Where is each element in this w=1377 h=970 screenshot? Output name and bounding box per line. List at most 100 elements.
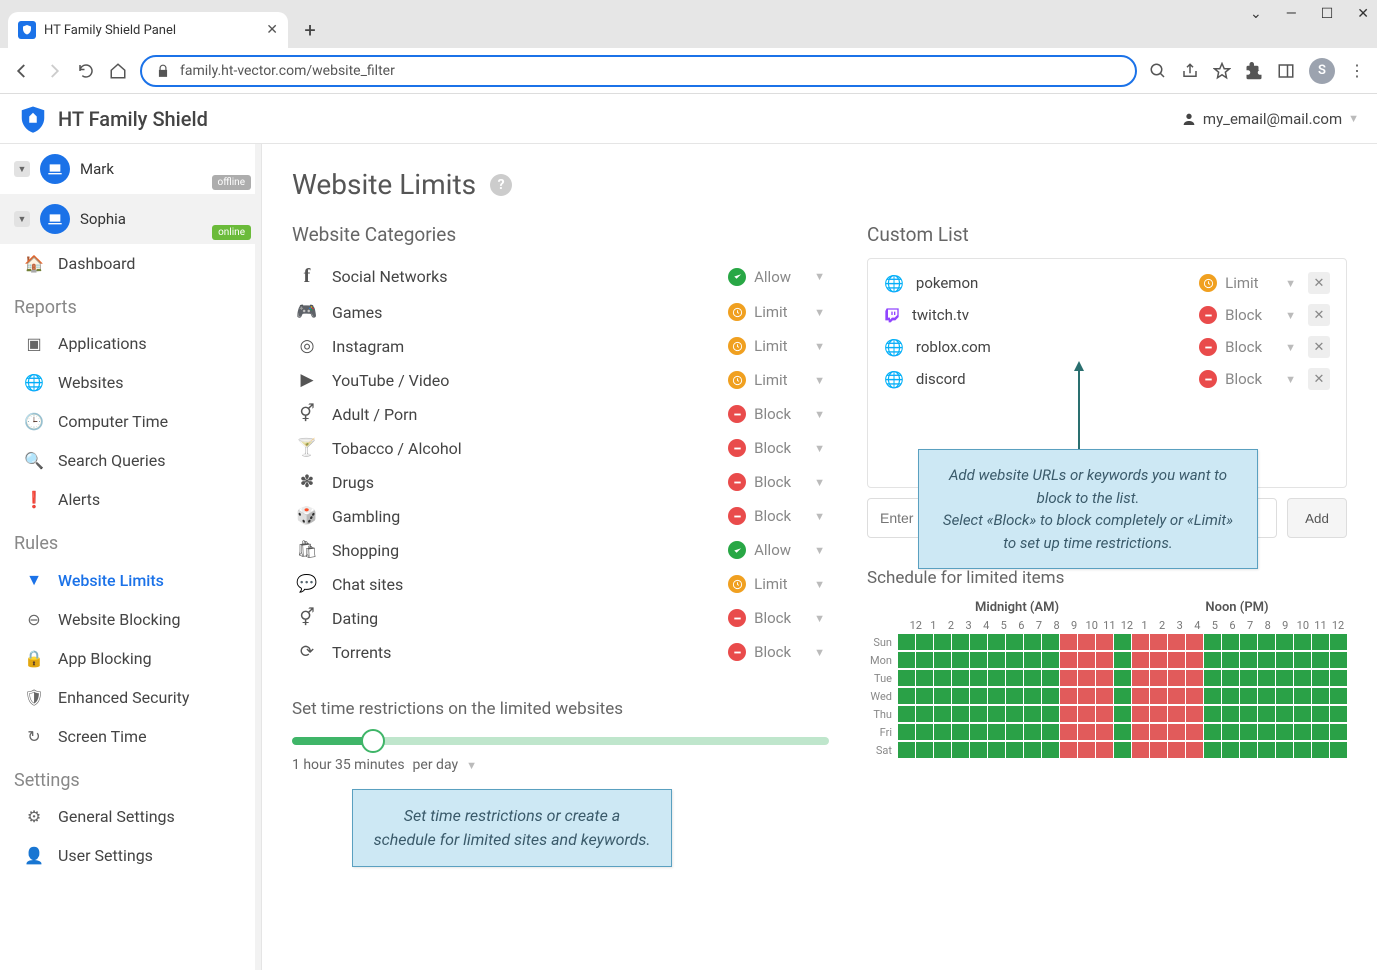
- maximize-icon[interactable]: ☐: [1321, 6, 1334, 22]
- schedule-cell[interactable]: [1276, 724, 1293, 740]
- profile-sophia[interactable]: ▼ Sophia online: [0, 194, 261, 244]
- status-limit[interactable]: Limit: [728, 575, 806, 593]
- schedule-cell[interactable]: [1258, 706, 1275, 722]
- schedule-cell[interactable]: [916, 742, 933, 758]
- schedule-cell[interactable]: [1312, 706, 1329, 722]
- schedule-cell[interactable]: [1276, 670, 1293, 686]
- schedule-cell[interactable]: [1294, 706, 1311, 722]
- status-limit[interactable]: Limit: [728, 303, 806, 321]
- schedule-cell[interactable]: [1258, 688, 1275, 704]
- chevron-down-icon[interactable]: ▼: [814, 442, 825, 455]
- close-window-icon[interactable]: ✕: [1357, 6, 1369, 22]
- schedule-cell[interactable]: [1132, 634, 1149, 650]
- schedule-cell[interactable]: [988, 724, 1005, 740]
- sidebar-item-websites[interactable]: 🌐Websites: [0, 363, 261, 402]
- schedule-cell[interactable]: [1006, 670, 1023, 686]
- schedule-cell[interactable]: [988, 634, 1005, 650]
- schedule-cell[interactable]: [1042, 652, 1059, 668]
- status-allow[interactable]: Allow: [728, 268, 806, 286]
- schedule-cell[interactable]: [952, 634, 969, 650]
- schedule-cell[interactable]: [1114, 724, 1131, 740]
- schedule-cell[interactable]: [1204, 724, 1221, 740]
- new-tab-button[interactable]: +: [296, 16, 324, 44]
- schedule-cell[interactable]: [898, 706, 915, 722]
- menu-icon[interactable]: ⋮: [1349, 61, 1365, 80]
- schedule-cell[interactable]: [898, 724, 915, 740]
- schedule-cell[interactable]: [1078, 652, 1095, 668]
- schedule-cell[interactable]: [1222, 652, 1239, 668]
- close-icon[interactable]: ✕: [266, 22, 278, 38]
- chevron-down-icon[interactable]: ▼: [1285, 341, 1296, 354]
- schedule-cell[interactable]: [1258, 670, 1275, 686]
- brand[interactable]: HT Family Shield: [18, 104, 208, 134]
- sidebar-item-search-queries[interactable]: 🔍Search Queries: [0, 441, 261, 480]
- chevron-down-icon[interactable]: ▼: [1285, 277, 1296, 290]
- schedule-cell[interactable]: [1114, 634, 1131, 650]
- schedule-cell[interactable]: [1240, 634, 1257, 650]
- schedule-cell[interactable]: [1312, 688, 1329, 704]
- schedule-cell[interactable]: [1330, 634, 1347, 650]
- schedule-cell[interactable]: [1114, 742, 1131, 758]
- chevron-down-icon[interactable]: ▼: [1285, 309, 1296, 322]
- schedule-cell[interactable]: [1168, 652, 1185, 668]
- schedule-cell[interactable]: [1024, 670, 1041, 686]
- schedule-cell[interactable]: [898, 634, 915, 650]
- schedule-cell[interactable]: [988, 652, 1005, 668]
- status-limit[interactable]: Limit: [1199, 274, 1277, 292]
- schedule-cell[interactable]: [1060, 688, 1077, 704]
- chevron-down-icon[interactable]: ▼: [814, 340, 825, 353]
- schedule-cell[interactable]: [1042, 634, 1059, 650]
- schedule-cell[interactable]: [1294, 652, 1311, 668]
- user-menu[interactable]: my_email@mail.com ▼: [1181, 110, 1359, 128]
- schedule-cell[interactable]: [952, 706, 969, 722]
- schedule-cell[interactable]: [1294, 688, 1311, 704]
- schedule-cell[interactable]: [1330, 670, 1347, 686]
- schedule-cell[interactable]: [1330, 688, 1347, 704]
- schedule-cell[interactable]: [1006, 706, 1023, 722]
- schedule-cell[interactable]: [1240, 652, 1257, 668]
- schedule-cell[interactable]: [1312, 670, 1329, 686]
- schedule-cell[interactable]: [1042, 706, 1059, 722]
- schedule-cell[interactable]: [1132, 742, 1149, 758]
- remove-button[interactable]: ✕: [1308, 368, 1330, 390]
- scrollbar[interactable]: [255, 144, 261, 970]
- schedule-cell[interactable]: [1042, 688, 1059, 704]
- schedule-cell[interactable]: [1240, 670, 1257, 686]
- schedule-cell[interactable]: [1042, 724, 1059, 740]
- schedule-cell[interactable]: [952, 670, 969, 686]
- schedule-cell[interactable]: [1132, 724, 1149, 740]
- schedule-cell[interactable]: [970, 706, 987, 722]
- schedule-cell[interactable]: [1240, 742, 1257, 758]
- status-block[interactable]: Block: [1199, 370, 1277, 388]
- schedule-cell[interactable]: [1042, 670, 1059, 686]
- schedule-cell[interactable]: [1150, 652, 1167, 668]
- add-button[interactable]: Add: [1287, 498, 1347, 538]
- schedule-cell[interactable]: [1258, 634, 1275, 650]
- schedule-cell[interactable]: [1078, 670, 1095, 686]
- status-block[interactable]: Block: [728, 507, 806, 525]
- sidebar-item-website-limits[interactable]: ▼Website Limits: [0, 560, 261, 600]
- schedule-cell[interactable]: [1078, 724, 1095, 740]
- schedule-cell[interactable]: [1024, 742, 1041, 758]
- profile-mark[interactable]: ▼ Mark offline: [0, 144, 261, 194]
- schedule-cell[interactable]: [1168, 724, 1185, 740]
- profile-avatar[interactable]: S: [1309, 58, 1335, 84]
- schedule-cell[interactable]: [1186, 670, 1203, 686]
- schedule-cell[interactable]: [916, 670, 933, 686]
- schedule-cell[interactable]: [1060, 742, 1077, 758]
- schedule-cell[interactable]: [1060, 724, 1077, 740]
- schedule-cell[interactable]: [1114, 670, 1131, 686]
- schedule-cell[interactable]: [1024, 688, 1041, 704]
- schedule-cell[interactable]: [1096, 634, 1113, 650]
- remove-button[interactable]: ✕: [1308, 304, 1330, 326]
- schedule-cell[interactable]: [1204, 742, 1221, 758]
- schedule-cell[interactable]: [934, 706, 951, 722]
- sidebar-item-website-blocking[interactable]: ⊖Website Blocking: [0, 600, 261, 639]
- schedule-cell[interactable]: [1150, 706, 1167, 722]
- schedule-cell[interactable]: [1330, 742, 1347, 758]
- schedule-cell[interactable]: [916, 634, 933, 650]
- chevron-down-icon[interactable]: ▼: [814, 578, 825, 591]
- schedule-cell[interactable]: [916, 652, 933, 668]
- sidebar-item-user-settings[interactable]: 👤User Settings: [0, 836, 261, 875]
- schedule-cell[interactable]: [1186, 742, 1203, 758]
